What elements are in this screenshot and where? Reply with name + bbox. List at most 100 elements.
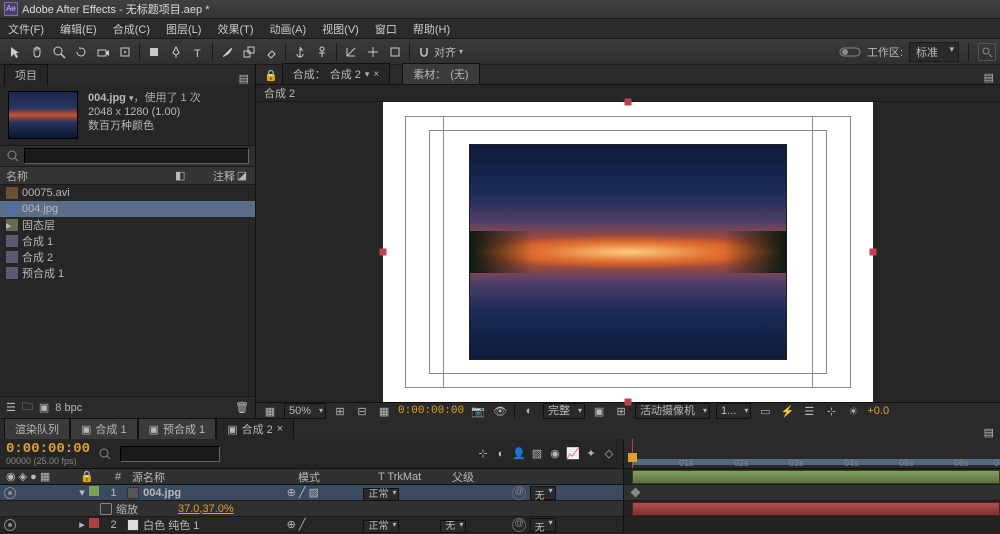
- close-icon[interactable]: ×: [373, 69, 379, 80]
- comp-flowchart-icon[interactable]: ⊹: [823, 403, 839, 419]
- fast-preview-icon[interactable]: ⊟: [354, 403, 370, 419]
- col-type-icon[interactable]: ◧: [175, 169, 195, 182]
- project-search-input[interactable]: [24, 148, 249, 164]
- views-dropdown[interactable]: 1...: [716, 403, 751, 419]
- fast-preview-icon[interactable]: ⚡: [779, 403, 795, 419]
- timeline-ruler-area[interactable]: 01s 02s 03s 04s 05s 06s 0: [624, 439, 1000, 533]
- timeline-search-input[interactable]: [120, 446, 220, 462]
- local-axis-icon[interactable]: [341, 42, 361, 62]
- show-snapshot-icon[interactable]: 👁: [492, 403, 508, 419]
- menu-view[interactable]: 视图(V): [314, 19, 367, 39]
- parent-dropdown[interactable]: 无: [530, 518, 556, 532]
- current-time[interactable]: 0:00:00:00: [398, 405, 464, 417]
- visibility-toggle-icon[interactable]: [4, 487, 16, 499]
- anchor-tool-icon[interactable]: [115, 42, 135, 62]
- viewer-comp-name[interactable]: 合成 2: [264, 85, 295, 101]
- pen-tool-icon[interactable]: [166, 42, 186, 62]
- clone-tool-icon[interactable]: [239, 42, 259, 62]
- brush-tool-icon[interactable]: [217, 42, 237, 62]
- viewer-tab-comp[interactable]: 合成：合成 2 ▾ ×: [282, 63, 391, 84]
- snapping-chevron-icon[interactable]: ▾: [459, 47, 463, 56]
- blend-mode-dropdown[interactable]: 正常: [363, 520, 399, 533]
- workspace-dropdown[interactable]: 标准: [909, 42, 959, 62]
- interpret-footage-icon[interactable]: ☰: [6, 401, 16, 414]
- col-source-name[interactable]: 源名称: [128, 469, 298, 485]
- parent-dropdown[interactable]: 无: [530, 486, 556, 500]
- pickwhip-icon[interactable]: [512, 518, 526, 532]
- list-item[interactable]: 00075.avi: [0, 185, 255, 201]
- label-color[interactable]: [89, 486, 99, 496]
- camera-tool-icon[interactable]: [93, 42, 113, 62]
- graph-editor-icon[interactable]: 📈: [565, 446, 581, 462]
- selection-tool-icon[interactable]: [5, 42, 25, 62]
- bpc-toggle[interactable]: 8 bpc: [55, 402, 82, 414]
- list-item[interactable]: 004.jpg: [0, 201, 255, 217]
- menu-edit[interactable]: 编辑(E): [52, 19, 105, 39]
- hand-tool-icon[interactable]: [27, 42, 47, 62]
- menu-help[interactable]: 帮助(H): [405, 19, 458, 39]
- menu-layer[interactable]: 图层(L): [158, 19, 209, 39]
- timeline-timecode[interactable]: 0:00:00:00: [6, 442, 90, 456]
- visibility-toggle-icon[interactable]: [4, 519, 16, 531]
- view-axis-icon[interactable]: [385, 42, 405, 62]
- comp-mini-flowchart-icon[interactable]: ⊹: [475, 446, 491, 462]
- motion-blur-icon[interactable]: ◉: [547, 446, 563, 462]
- menu-window[interactable]: 窗口: [367, 19, 405, 39]
- eraser-tool-icon[interactable]: [261, 42, 281, 62]
- resolution-dropdown[interactable]: 完整: [543, 403, 585, 419]
- brainstorm-icon[interactable]: ✦: [583, 446, 599, 462]
- col-name[interactable]: 名称: [6, 168, 175, 184]
- roto-tool-icon[interactable]: [290, 42, 310, 62]
- zoom-tool-icon[interactable]: [49, 42, 69, 62]
- layer-name[interactable]: 白色 纯色 1: [143, 517, 199, 533]
- draft3d-icon[interactable]: ◐: [493, 446, 509, 462]
- hide-shy-icon[interactable]: 👤: [511, 446, 527, 462]
- transform-handle[interactable]: [870, 249, 877, 256]
- resolution-icon[interactable]: ⊞: [332, 403, 348, 419]
- new-comp-icon[interactable]: ▣: [39, 401, 49, 414]
- project-tab[interactable]: 项目: [4, 64, 48, 85]
- list-item[interactable]: ▸固态层: [0, 217, 255, 233]
- col-label-icon[interactable]: ◪: [235, 169, 249, 182]
- keyframe-icon[interactable]: [631, 488, 641, 498]
- close-icon[interactable]: ×: [277, 423, 283, 435]
- layer-bar[interactable]: [632, 502, 1000, 516]
- project-list[interactable]: 00075.avi 004.jpg ▸固态层 合成 1 合成 2 预合成 1: [0, 185, 255, 396]
- tab-comp[interactable]: ▣ 合成 2 ×: [216, 418, 294, 439]
- stopwatch-icon[interactable]: [100, 503, 112, 515]
- panel-menu-icon[interactable]: ▤: [984, 426, 994, 439]
- list-item[interactable]: 合成 2: [0, 249, 255, 265]
- search-icon[interactable]: [6, 149, 20, 163]
- blend-mode-dropdown[interactable]: 正常: [363, 488, 399, 501]
- auto-keyframe-icon[interactable]: ◇: [601, 446, 617, 462]
- pickwhip-icon[interactable]: [512, 486, 526, 500]
- current-time-indicator[interactable]: [632, 439, 633, 468]
- transform-handle[interactable]: [625, 99, 632, 106]
- menu-animation[interactable]: 动画(A): [262, 19, 315, 39]
- property-row[interactable]: 缩放 37.0,37.0%: [0, 501, 623, 517]
- zoom-dropdown[interactable]: 50%: [284, 403, 326, 419]
- trkmat-dropdown[interactable]: 无: [440, 520, 466, 533]
- shape-tool-icon[interactable]: [144, 42, 164, 62]
- layer-preview[interactable]: [469, 144, 787, 360]
- menu-file[interactable]: 文件(F): [0, 19, 52, 39]
- search-icon[interactable]: [98, 447, 112, 461]
- pixel-aspect-icon[interactable]: ▭: [757, 403, 773, 419]
- search-help-icon[interactable]: [978, 43, 996, 61]
- channel-icon[interactable]: ◐: [521, 403, 537, 419]
- viewer-canvas[interactable]: [256, 102, 1000, 402]
- camera-dropdown[interactable]: 活动摄像机: [635, 403, 710, 419]
- text-tool-icon[interactable]: T: [188, 42, 208, 62]
- world-axis-icon[interactable]: [363, 42, 383, 62]
- snapping-icon[interactable]: [417, 45, 431, 59]
- timeline-icon[interactable]: ☰: [801, 403, 817, 419]
- layer-name[interactable]: 004.jpg: [143, 487, 181, 499]
- tab-comp[interactable]: ▣ 预合成 1: [138, 418, 217, 439]
- panel-menu-icon[interactable]: ▤: [239, 72, 249, 85]
- delete-icon[interactable]: 🗑: [235, 401, 249, 414]
- layer-row[interactable]: ▾ 1 004.jpg ⊕ ╱ ▨ 正常 无: [0, 485, 623, 501]
- property-name[interactable]: 缩放: [116, 501, 138, 517]
- always-preview-icon[interactable]: ▦: [262, 403, 278, 419]
- menu-effect[interactable]: 效果(T): [209, 19, 261, 39]
- twirl-icon[interactable]: ▾: [77, 486, 87, 499]
